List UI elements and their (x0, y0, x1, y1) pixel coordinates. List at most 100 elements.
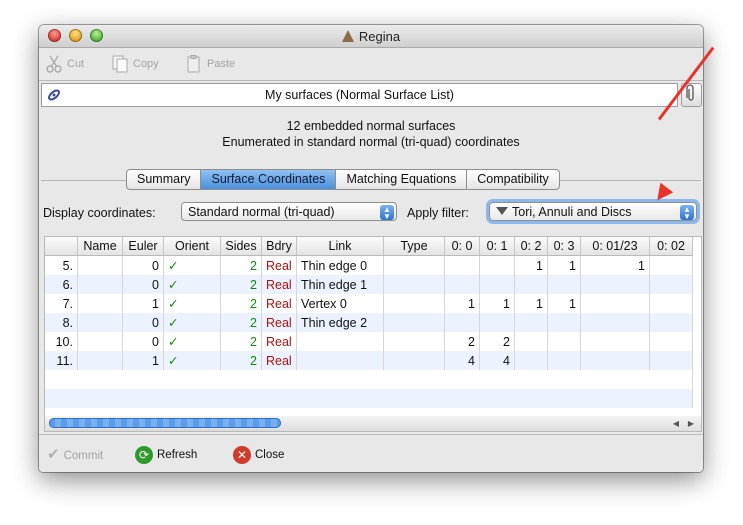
close-button[interactable]: ✕ Close (233, 446, 284, 464)
copy-button[interactable]: Copy (111, 54, 159, 74)
column-header[interactable]: 0: 01/23 (580, 237, 650, 256)
tab-compatibility[interactable]: Compatibility (467, 170, 559, 189)
column-header[interactable]: Type (383, 237, 445, 256)
checkmark-icon: ✔ (47, 446, 60, 463)
column-header[interactable]: 0: 0 (444, 237, 480, 256)
coord-cell (649, 294, 693, 313)
bdry-cell: Real (261, 294, 297, 313)
paste-button[interactable]: Paste (185, 54, 235, 74)
orient-check: ✓ (163, 351, 221, 370)
type-cell (383, 294, 445, 313)
table-row[interactable]: 7. 1 ✓ 2 Real Vertex 01111 (45, 294, 693, 313)
column-header[interactable]: Bdry (261, 237, 297, 256)
enumeration-text: Enumerated in standard normal (tri-quad)… (222, 135, 520, 149)
refresh-button[interactable]: ⟳ Refresh (135, 446, 197, 464)
table-row[interactable]: 8. 0 ✓ 2 Real Thin edge 2 (45, 313, 693, 332)
name-cell (77, 351, 123, 370)
surface-coordinates-table[interactable]: Name Euler Orient Sides Bdry Link Type 0… (44, 236, 702, 418)
column-header[interactable]: Euler (122, 237, 164, 256)
type-cell (383, 275, 445, 294)
sides-cell: 2 (220, 255, 262, 275)
table-row[interactable]: 10. 0 ✓ 2 Real 2 2 (45, 332, 693, 351)
type-cell (383, 332, 445, 351)
title-bar[interactable]: Regina (39, 25, 703, 48)
refresh-label: Refresh (157, 449, 198, 462)
link-cell (296, 332, 384, 351)
tab-bar: Summary Surface Coordinates Matching Equ… (126, 169, 560, 190)
coord-cell (649, 332, 693, 351)
table-row[interactable]: 5. 0 ✓ 2 Real Thin edge 0111 (45, 255, 693, 275)
column-header[interactable]: Link (296, 237, 384, 256)
tab-summary[interactable]: Summary (127, 170, 202, 189)
coord-cell: 1 (580, 255, 650, 275)
cut-button[interactable]: Cut (45, 54, 84, 74)
coord-cell (580, 351, 650, 370)
coord-cell (547, 351, 581, 370)
column-header[interactable] (45, 237, 78, 256)
sides-cell: 2 (220, 313, 262, 332)
scrollbar-thumb[interactable] (49, 418, 281, 428)
row-index: 5. (45, 255, 78, 275)
row-index: 10. (45, 332, 78, 351)
filter-value: Tori, Annuli and Discs (512, 205, 632, 219)
display-coordinates-select[interactable]: Standard normal (tri-quad) ▲ ▼ (181, 202, 397, 221)
column-header[interactable]: Name (77, 237, 123, 256)
link-cell: Thin edge 0 (296, 255, 384, 275)
filter-select[interactable]: Tori, Annuli and Discs ▲ ▼ (489, 202, 697, 221)
link-cell: Vertex 0 (296, 294, 384, 313)
orient-check: ✓ (163, 275, 221, 294)
table-row[interactable]: 11. 1 ✓ 2 Real 4 4 (45, 351, 693, 370)
coord-cell: 1 (547, 255, 581, 275)
link-cell: Thin edge 1 (296, 275, 384, 294)
column-header[interactable]: Orient (163, 237, 221, 256)
horizontal-scrollbar[interactable]: ◀ ▶ (44, 416, 702, 432)
bdry-cell: Real (261, 332, 297, 351)
coord-cell (514, 332, 548, 351)
sides-cell: 2 (220, 332, 262, 351)
copy-icon (112, 55, 128, 73)
name-cell (77, 275, 123, 294)
link-cell (296, 351, 384, 370)
coord-cell (649, 351, 693, 370)
coord-cell: 2 (444, 332, 480, 351)
clipboard-icon (187, 55, 200, 73)
type-cell (383, 313, 445, 332)
column-header[interactable]: Sides (220, 237, 262, 256)
coord-cell: 1 (547, 294, 581, 313)
coord-cell (547, 275, 581, 294)
euler-cell: 0 (122, 332, 164, 351)
coord-cell (580, 313, 650, 332)
scroll-right-arrow-icon[interactable]: ▶ (684, 417, 698, 430)
column-header[interactable]: 0: 2 (514, 237, 548, 256)
scroll-left-arrow-icon[interactable]: ◀ (669, 417, 683, 430)
column-header[interactable]: 0: 3 (547, 237, 581, 256)
refresh-icon: ⟳ (135, 446, 153, 464)
euler-cell: 1 (122, 351, 164, 370)
tab-matching-equations[interactable]: Matching Equations (336, 170, 468, 189)
coord-cell (514, 313, 548, 332)
tab-surface-coordinates[interactable]: Surface Coordinates (201, 170, 337, 189)
bdry-cell: Real (261, 313, 297, 332)
close-label: Close (255, 449, 285, 462)
coord-cell (444, 275, 480, 294)
coord-cell (479, 313, 515, 332)
empty-row (45, 370, 693, 389)
table-row[interactable]: 6. 0 ✓ 2 Real Thin edge 1 (45, 275, 693, 294)
coord-cell (479, 255, 515, 275)
column-header[interactable]: 0: 02 (649, 237, 693, 256)
paste-label: Paste (207, 58, 236, 70)
row-index: 7. (45, 294, 78, 313)
column-header[interactable]: 0: 1 (479, 237, 515, 256)
regina-app-icon (341, 30, 354, 42)
table-header: Name Euler Orient Sides Bdry Link Type 0… (45, 237, 693, 256)
euler-cell: 0 (122, 255, 164, 275)
coord-cell: 1 (514, 294, 548, 313)
coord-cell (547, 313, 581, 332)
coord-cell: 2 (479, 332, 515, 351)
coord-cell: 1 (479, 294, 515, 313)
coord-cell: 4 (479, 351, 515, 370)
display-coordinates-label: Display coordinates: (43, 206, 156, 220)
name-cell (77, 255, 123, 275)
cut-label: Cut (67, 58, 85, 70)
commit-button[interactable]: ✔ Commit (47, 446, 103, 464)
